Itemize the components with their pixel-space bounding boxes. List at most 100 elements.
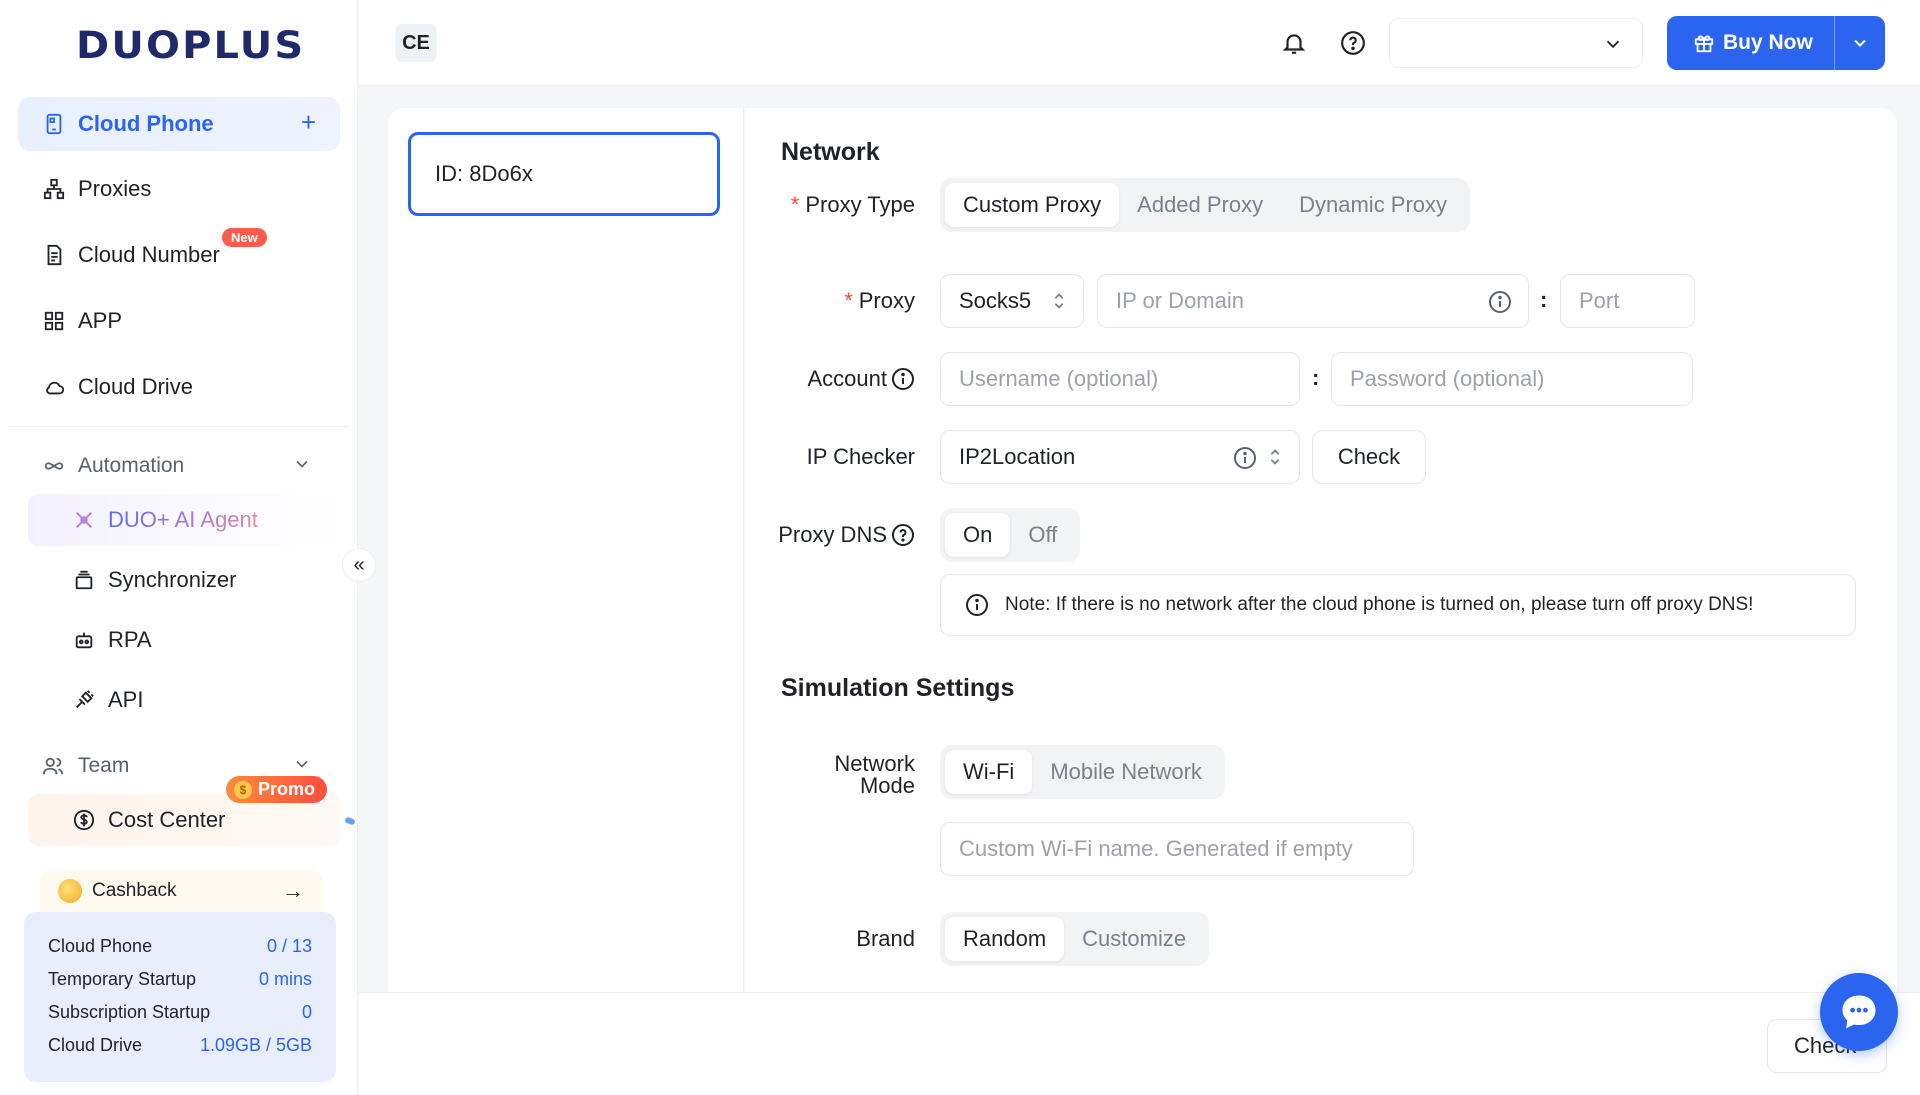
account-select[interactable] (1389, 18, 1643, 68)
wifi-name-input[interactable] (940, 822, 1414, 876)
arrow-right-icon: → (282, 878, 304, 903)
team-label: Team (78, 754, 130, 777)
robot-icon (72, 628, 96, 652)
help-icon[interactable] (891, 523, 915, 547)
gift-icon (1693, 32, 1715, 54)
network-mode-wifi[interactable]: Wi-Fi (945, 750, 1033, 794)
automation-label: Automation (78, 454, 185, 477)
proxy-text: Proxy (858, 288, 915, 313)
plug-icon (72, 688, 96, 712)
usage-row: Cloud Phone 0 / 13 (48, 936, 312, 969)
proxy-type-added[interactable]: Added Proxy (1119, 183, 1281, 227)
help-icon[interactable] (1336, 26, 1370, 60)
colon-separator: : (1312, 365, 1320, 390)
brand-text: Brand (856, 926, 915, 951)
promo-label: Promo (258, 779, 316, 799)
proxy-type-dynamic[interactable]: Dynamic Proxy (1281, 183, 1465, 227)
buy-now-main[interactable]: Buy Now (1667, 16, 1835, 70)
check-ip-button[interactable]: Check (1312, 430, 1426, 484)
users-icon (42, 755, 66, 777)
proxy-dns-toggle[interactable]: On Off (940, 508, 1081, 562)
chevron-down-icon (292, 454, 312, 480)
proxy-port-field[interactable] (1579, 288, 1676, 314)
ip-checker-text: IP Checker (806, 444, 915, 469)
add-cloud-phone-button[interactable]: + (301, 109, 316, 135)
proxy-host-input[interactable] (1097, 274, 1529, 328)
protocol-value: Socks5 (959, 288, 1032, 313)
username-field[interactable] (959, 366, 1281, 392)
chat-button[interactable] (1820, 973, 1898, 1051)
ai-icon (72, 508, 96, 532)
sidebar-item-label: Cost Center (108, 807, 226, 832)
network-mode-mobile[interactable]: Mobile Network (1032, 750, 1220, 794)
stack-icon (72, 568, 96, 592)
grid-icon (42, 309, 66, 333)
cashback-banner[interactable]: Cashback → (40, 870, 322, 912)
usage-value: 1.09GB / 5GB (199, 1035, 312, 1055)
coin-icon (58, 879, 82, 903)
brand-customize[interactable]: Customize (1064, 917, 1204, 961)
proxy-dns-note: Note: If there is no network after the c… (940, 574, 1856, 636)
network-icon (42, 177, 66, 201)
proxy-dns-on[interactable]: On (945, 513, 1011, 557)
note-text: Note: If there is no network after the c… (1005, 594, 1754, 615)
sidebar-item-proxies[interactable]: Proxies (18, 162, 340, 216)
top-header: CE Buy Now (359, 0, 1920, 86)
buy-now-label: Buy Now (1723, 31, 1813, 54)
buy-now-dropdown[interactable] (1835, 33, 1885, 53)
proxy-type-segmented[interactable]: Custom Proxy Added Proxy Dynamic Proxy (940, 178, 1471, 232)
sidebar-item-app[interactable]: APP (18, 294, 340, 348)
sidebar-item-label: API (108, 687, 144, 712)
wifi-name-field[interactable] (959, 836, 1395, 862)
password-input[interactable] (1331, 352, 1693, 406)
proxy-dns-label: Proxy DNS (745, 508, 915, 562)
proxy-port-input[interactable] (1560, 274, 1695, 328)
coin-icon: $ (234, 780, 252, 799)
sidebar-item-label: RPA (108, 627, 152, 652)
info-icon[interactable] (1488, 290, 1512, 314)
proxy-type-custom[interactable]: Custom Proxy (945, 183, 1120, 227)
sidebar-item-label: Cloud Drive (78, 374, 193, 399)
usage-value: 0 (301, 1002, 312, 1022)
proxy-dns-off[interactable]: Off (1010, 513, 1075, 557)
network-mode-text-2: Mode (859, 773, 915, 798)
form-footer: Check (359, 992, 1920, 1095)
sidebar-item-cloud-number[interactable]: Cloud Number (18, 228, 340, 282)
select-adornment (1233, 446, 1283, 470)
username-input[interactable] (940, 352, 1300, 406)
sidebar-item-rpa[interactable]: RPA (28, 614, 340, 666)
proxy-host-field[interactable] (1116, 288, 1510, 314)
sidebar-item-label: Synchronizer (108, 567, 237, 592)
device-card[interactable]: ID: 8Do6x (408, 132, 720, 216)
sidebar-item-synchronizer[interactable]: Synchronizer (28, 554, 340, 606)
brand-segmented[interactable]: Random Customize (940, 912, 1210, 966)
info-icon[interactable] (891, 367, 915, 391)
sidebar: DUOPLUS Cloud Phone + Proxies Cloud Numb… (0, 0, 358, 1095)
sidebar-item-cloud-phone[interactable]: Cloud Phone + (18, 97, 340, 151)
network-mode-segmented[interactable]: Wi-Fi Mobile Network (940, 745, 1225, 799)
bell-icon[interactable] (1277, 26, 1311, 60)
sidebar-item-label: Cloud Number (78, 242, 220, 267)
sidebar-item-cloud-drive[interactable]: Cloud Drive (18, 360, 340, 414)
proxy-label: * Proxy (745, 274, 915, 328)
usage-row: Subscription Startup 0 (48, 1002, 312, 1035)
info-icon[interactable] (1233, 446, 1257, 470)
buy-now-button[interactable]: Buy Now (1667, 16, 1885, 70)
workspace-tab[interactable]: CE (395, 24, 437, 62)
sidebar-item-api[interactable]: API (28, 674, 340, 726)
automation-group-header[interactable]: Automation (18, 444, 340, 488)
ip-checker-label: IP Checker (745, 430, 915, 484)
usage-summary: Cloud Phone 0 / 13 Temporary Startup 0 m… (24, 912, 336, 1082)
logo[interactable]: DUOPLUS (76, 24, 305, 67)
ip-checker-value: IP2Location (959, 444, 1076, 469)
required-mark: * (790, 192, 800, 217)
collapse-sidebar-button[interactable]: « (342, 548, 376, 582)
sidebar-item-label: DUO+ AI Agent (108, 507, 258, 532)
protocol-select[interactable]: Socks5 (940, 274, 1084, 328)
password-field[interactable] (1350, 366, 1674, 392)
usage-label: Cloud Phone (48, 936, 153, 956)
sidebar-item-label: Cloud Phone (78, 111, 214, 136)
ip-checker-select[interactable]: IP2Location (940, 430, 1300, 484)
sidebar-item-ai-agent[interactable]: DUO+ AI Agent (28, 494, 340, 546)
brand-random[interactable]: Random (945, 917, 1065, 961)
